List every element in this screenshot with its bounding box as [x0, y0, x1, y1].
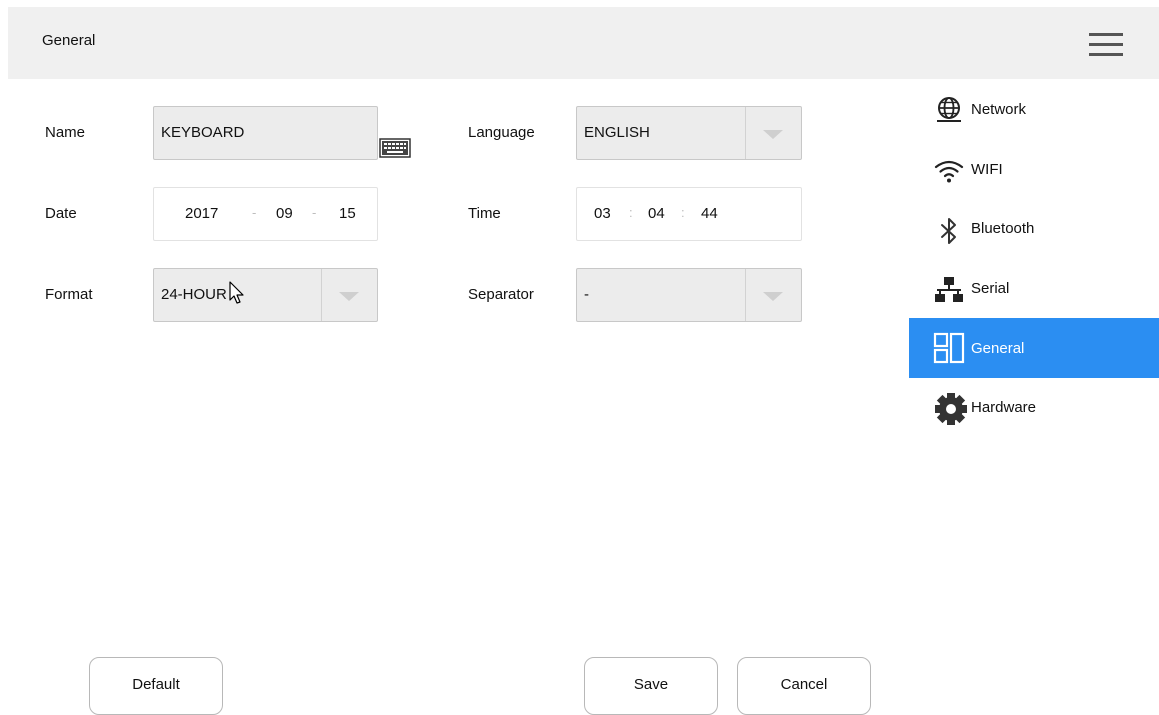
page-title: General: [42, 32, 96, 49]
sidebar-item-hardware[interactable]: Hardware: [909, 378, 1159, 438]
separator-select[interactable]: -: [576, 268, 802, 322]
language-label: Language: [468, 124, 535, 141]
language-value: ENGLISH: [584, 124, 650, 141]
sidebar-item-label: Serial: [971, 280, 1010, 297]
globe-icon: [933, 94, 965, 126]
chevron-down-icon: [763, 130, 783, 139]
dropdown-divider: [745, 107, 746, 159]
sidebar-item-label: Network: [971, 101, 1027, 118]
dropdown-divider: [745, 269, 746, 321]
wifi-icon: [933, 156, 965, 188]
sidebar-item-serial[interactable]: Serial: [909, 260, 1159, 320]
date-year[interactable]: 2017: [185, 205, 218, 222]
sidebar-item-label: General: [971, 340, 1025, 357]
mouse-cursor-icon: [229, 281, 247, 305]
gear-icon: [933, 391, 967, 425]
time-separator: :: [681, 205, 685, 220]
chevron-down-icon: [339, 292, 359, 301]
menu-icon[interactable]: [1089, 31, 1123, 59]
date-separator: -: [312, 205, 317, 220]
date-separator: -: [252, 205, 257, 220]
time-minute[interactable]: 04: [648, 205, 665, 222]
format-select[interactable]: 24-HOUR: [153, 268, 378, 322]
name-label: Name: [45, 124, 86, 141]
sidebar-item-label: Hardware: [971, 399, 1037, 416]
cancel-button[interactable]: Cancel: [737, 657, 871, 715]
format-label: Format: [45, 286, 93, 303]
date-label: Date: [45, 205, 77, 222]
date-field[interactable]: 2017 - 09 - 15: [153, 187, 378, 241]
default-button[interactable]: Default: [89, 657, 223, 715]
layout-icon: [933, 332, 965, 364]
time-separator: :: [629, 205, 633, 220]
chevron-down-icon: [763, 292, 783, 301]
sidebar-item-label: WIFI: [971, 161, 1003, 178]
date-day[interactable]: 15: [339, 205, 356, 222]
sidebar-item-wifi[interactable]: WIFI: [909, 140, 1159, 200]
sidebar-item-bluetooth[interactable]: Bluetooth: [909, 200, 1159, 260]
bluetooth-icon: [933, 216, 965, 248]
time-hour[interactable]: 03: [594, 205, 611, 222]
separator-label: Separator: [468, 286, 534, 303]
network-tree-icon: [933, 274, 965, 306]
name-value: KEYBOARD: [161, 124, 245, 141]
time-label: Time: [468, 205, 501, 222]
time-field[interactable]: 03 : 04 : 44: [576, 187, 802, 241]
language-select[interactable]: ENGLISH: [576, 106, 802, 160]
format-value: 24-HOUR: [161, 286, 227, 303]
dropdown-divider: [321, 269, 322, 321]
keyboard-icon[interactable]: [379, 138, 411, 158]
sidebar-item-label: Bluetooth: [971, 220, 1035, 237]
sidebar-item-general[interactable]: General: [909, 318, 1159, 378]
sidebar-item-network[interactable]: Network: [909, 80, 1159, 140]
date-month[interactable]: 09: [276, 205, 293, 222]
separator-value: -: [584, 286, 589, 303]
save-button[interactable]: Save: [584, 657, 718, 715]
time-second[interactable]: 44: [701, 205, 718, 222]
top-bar: General: [8, 7, 1159, 79]
name-input[interactable]: KEYBOARD: [153, 106, 378, 160]
